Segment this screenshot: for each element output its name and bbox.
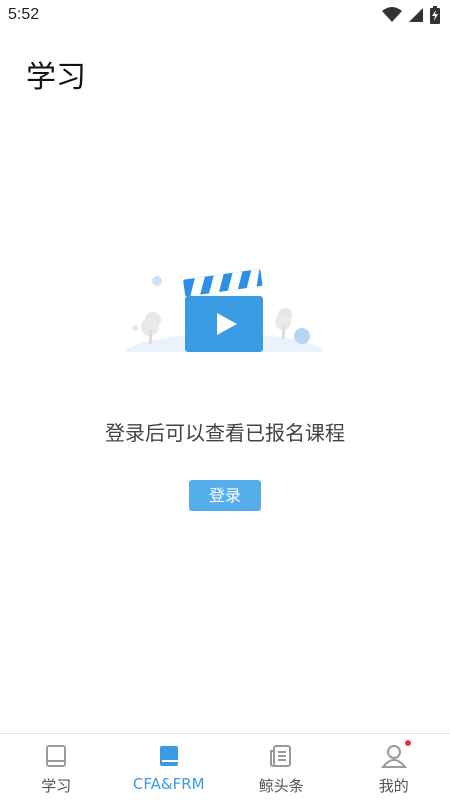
nav-item-study[interactable]: 学习 xyxy=(0,734,113,801)
status-bar: 5:52 xyxy=(0,0,450,30)
cellular-signal-icon xyxy=(408,7,424,23)
wifi-icon xyxy=(382,7,402,23)
bottom-nav: 学习 CFA&FRM 鲸头条 xyxy=(0,733,450,801)
video-clapperboard-icon xyxy=(115,262,335,372)
status-icons xyxy=(382,6,440,24)
battery-charging-icon xyxy=(430,6,440,24)
nav-item-profile[interactable]: 我的 xyxy=(338,734,450,801)
book-icon xyxy=(43,743,69,769)
page-title: 学习 xyxy=(26,52,86,96)
nav-label-cfa-frm: CFA&FRM xyxy=(133,775,205,793)
nav-item-cfa-frm[interactable]: CFA&FRM xyxy=(113,734,226,801)
empty-state-message: 登录后可以查看已报名课程 xyxy=(0,417,450,446)
login-button[interactable]: 登录 xyxy=(189,480,261,511)
nav-label-news: 鲸头条 xyxy=(259,775,304,796)
nav-item-news[interactable]: 鲸头条 xyxy=(225,734,338,801)
nav-label-profile: 我的 xyxy=(379,775,409,796)
nav-label-study: 学习 xyxy=(41,775,71,796)
notification-badge xyxy=(405,740,411,746)
news-icon xyxy=(268,743,294,769)
status-time: 5:52 xyxy=(8,6,39,24)
user-icon xyxy=(381,743,407,769)
book-filled-icon xyxy=(156,743,182,769)
